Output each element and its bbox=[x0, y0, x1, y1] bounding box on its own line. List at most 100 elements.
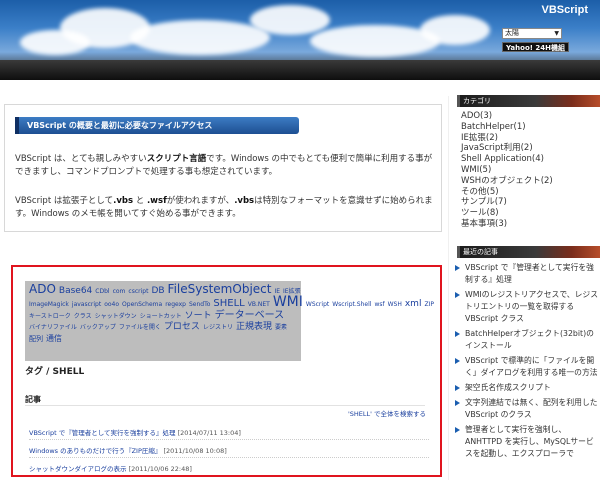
tag-link[interactable]: oo4o bbox=[104, 301, 119, 308]
triangle-bullet-icon bbox=[455, 265, 460, 271]
category-item[interactable]: ADO(3) bbox=[461, 111, 599, 122]
header-dark-band bbox=[0, 60, 600, 80]
recent-item[interactable]: VBScript で標準的に「ファイルを開く」ダイアログを利用する唯一の方法 bbox=[455, 355, 600, 379]
category-item[interactable]: ツール(8) bbox=[461, 208, 599, 219]
tag-link[interactable]: com bbox=[113, 288, 126, 295]
tag-link[interactable]: ADO bbox=[29, 282, 56, 296]
tag-link[interactable]: WSH bbox=[388, 301, 402, 308]
text-emphasis: スクリプト言語 bbox=[146, 154, 207, 164]
article-date: [2011/10/06 22:48] bbox=[128, 465, 192, 473]
tag-link[interactable]: VB.NET bbox=[248, 301, 270, 308]
text: VBScript は、とても親しみやすい bbox=[15, 154, 147, 164]
category-item[interactable]: JavaScript利用(2) bbox=[461, 143, 599, 154]
text-emphasis: .vbs bbox=[113, 196, 134, 206]
category-item[interactable]: BatchHelper(1) bbox=[461, 122, 599, 133]
tag-link[interactable]: ImageMagick bbox=[29, 301, 69, 308]
category-list: ADO(3) BatchHelper(1) IE拡張(2) JavaScript… bbox=[461, 111, 599, 230]
tag-link[interactable]: FileSystemObject bbox=[168, 282, 272, 296]
tag-link[interactable]: WMI bbox=[273, 294, 303, 310]
tag-cloud: ADO Base64 CDbl com cscript DB FileSystemObjec… bbox=[25, 281, 434, 361]
article-item[interactable]: VBScript で『管理者として実行を強制する』処理 [2014/07/11 … bbox=[29, 427, 241, 437]
tag-link[interactable]: ソート bbox=[185, 311, 212, 321]
category-item[interactable]: WMI(5) bbox=[461, 165, 599, 176]
tag-link[interactable]: Base64 bbox=[59, 286, 92, 296]
recent-item-label[interactable]: 管理者として実行を強制し、ANHTTPD を実行し、MySQLサービスを起動し、… bbox=[465, 425, 594, 458]
divider bbox=[25, 405, 425, 406]
yahoo-button[interactable]: Yahoo! 24H機組 bbox=[502, 42, 569, 52]
tag-link[interactable]: cscript bbox=[128, 288, 148, 295]
recent-item-label[interactable]: VBScript で標準的に「ファイルを開く」ダイアログを利用する唯一の方法 bbox=[465, 356, 598, 377]
chevron-down-icon: ▼ bbox=[554, 30, 559, 37]
header-cloud bbox=[250, 5, 330, 35]
recent-item-label[interactable]: VBScript で『管理者として実行を強制する』処理 bbox=[465, 263, 594, 284]
category-item[interactable]: サンプル(7) bbox=[461, 197, 599, 208]
category-item[interactable]: IE拡張(2) bbox=[461, 133, 599, 144]
tag-link[interactable]: javascript bbox=[72, 301, 101, 308]
divider bbox=[29, 457, 429, 458]
size-select-value: 太陽 bbox=[505, 29, 519, 37]
recent-item-label[interactable]: WMIのレジストリアクセスで、レジストリエントリの一覧を取得する VBScrip… bbox=[465, 290, 598, 323]
intro-box: VBScript の概要と最初に必要なファイルアクセス VBScript は、と… bbox=[4, 104, 442, 232]
tag-link[interactable]: クラス bbox=[74, 313, 92, 320]
intro-paragraph-2: VBScript は拡張子として.vbs と .wsfが使われますが、.vbsは… bbox=[15, 195, 435, 221]
text: VBScript は拡張子として bbox=[15, 196, 114, 206]
tag-link[interactable]: 配列 bbox=[29, 335, 43, 343]
article-title[interactable]: Windows のありものだけで行う『ZIP圧縮』 bbox=[29, 447, 161, 455]
tag-link[interactable]: SHELL bbox=[213, 298, 244, 309]
recent-item-label[interactable]: 架空氏名作成スクリプト bbox=[465, 383, 551, 392]
recent-item[interactable]: WMIのレジストリアクセスで、レジストリエントリの一覧を取得する VBScrip… bbox=[455, 289, 600, 325]
tag-link[interactable]: xml bbox=[405, 299, 422, 309]
triangle-bullet-icon bbox=[455, 358, 460, 364]
header-cloud bbox=[420, 15, 490, 45]
tag-link[interactable]: ショートカット bbox=[140, 313, 182, 320]
category-item[interactable]: その他(5) bbox=[461, 187, 599, 198]
tag-box: ADO Base64 CDbl com cscript DB FileSystemObjec… bbox=[11, 265, 442, 477]
recent-item[interactable]: VBScript で『管理者として実行を強制する』処理 bbox=[455, 262, 600, 286]
category-item[interactable]: WSHのオブジェクト(2) bbox=[461, 176, 599, 187]
recent-item-label[interactable]: 文字列連結では無く、配列を利用した VBScript のクラス bbox=[465, 398, 598, 419]
tag-link[interactable]: ZIP bbox=[424, 301, 434, 308]
size-select[interactable]: 太陽 ▼ bbox=[502, 28, 562, 39]
recent-list: VBScript で『管理者として実行を強制する』処理 WMIのレジストリアクセ… bbox=[455, 262, 600, 463]
intro-heading: VBScript の概要と最初に必要なファイルアクセス bbox=[15, 117, 299, 134]
recent-item[interactable]: BatchHelperオブジェクト(32bit)のインストール bbox=[455, 328, 600, 352]
tag-link[interactable]: バイナリファイル bbox=[29, 324, 77, 331]
category-item[interactable]: Shell Application(4) bbox=[461, 154, 599, 165]
article-item[interactable]: Windows のありものだけで行う『ZIP圧縮』 [2011/10/08 10… bbox=[29, 445, 227, 455]
tag-link[interactable]: 正規表現 bbox=[236, 322, 272, 332]
header-cloud bbox=[130, 20, 270, 55]
tag-link[interactable]: wsf bbox=[374, 301, 384, 308]
recent-item[interactable]: 管理者として実行を強制し、ANHTTPD を実行し、MySQLサービスを起動し、… bbox=[455, 424, 600, 460]
article-title[interactable]: VBScript で『管理者として実行を強制する』処理 bbox=[29, 429, 176, 437]
tag-link[interactable]: regexp bbox=[165, 301, 186, 308]
tag-link[interactable]: データーベース bbox=[215, 310, 285, 321]
tag-link[interactable]: Wscript.Shell bbox=[332, 301, 371, 308]
article-title[interactable]: シャットダウンダイアログの表示 bbox=[29, 465, 127, 473]
tag-link[interactable]: シャットダウン bbox=[95, 313, 137, 320]
articles-heading: 記事 bbox=[25, 395, 41, 404]
tag-link[interactable]: SendTo bbox=[189, 301, 210, 308]
tag-link[interactable]: WScript bbox=[306, 301, 329, 308]
tag-link[interactable]: プロセス bbox=[164, 322, 200, 332]
article-item[interactable]: シャットダウンダイアログの表示 [2011/10/06 22:48] bbox=[29, 463, 192, 473]
tag-link[interactable]: キーストローク bbox=[29, 313, 71, 320]
search-all-link[interactable]: 'SHELL' で全体を検索する bbox=[348, 408, 426, 418]
tag-link[interactable]: 要素 bbox=[275, 324, 287, 331]
tag-link[interactable]: CDbl bbox=[95, 288, 109, 295]
tag-title: タグ / SHELL bbox=[25, 367, 85, 377]
column-divider bbox=[448, 96, 449, 480]
site-header: VBScript 太陽 ▼ Yahoo! 24H機組 bbox=[0, 0, 600, 80]
category-item[interactable]: 基本事項(3) bbox=[461, 219, 599, 230]
category-header: カテゴリ bbox=[457, 95, 600, 107]
tag-link[interactable]: DB bbox=[151, 286, 164, 296]
tag-link[interactable]: レジストリ bbox=[203, 324, 233, 331]
recent-item-label[interactable]: BatchHelperオブジェクト(32bit)のインストール bbox=[465, 329, 594, 350]
triangle-bullet-icon bbox=[455, 292, 460, 298]
tag-link[interactable]: OpenSchema bbox=[122, 301, 162, 308]
tag-link[interactable]: バックアップ bbox=[80, 324, 116, 331]
tag-link[interactable]: ファイルを開く bbox=[119, 324, 161, 331]
site-title[interactable]: VBScript bbox=[542, 4, 588, 16]
recent-item[interactable]: 架空氏名作成スクリプト bbox=[455, 382, 600, 394]
recent-item[interactable]: 文字列連結では無く、配列を利用した VBScript のクラス bbox=[455, 397, 600, 421]
tag-link[interactable]: 通信 bbox=[46, 334, 62, 343]
